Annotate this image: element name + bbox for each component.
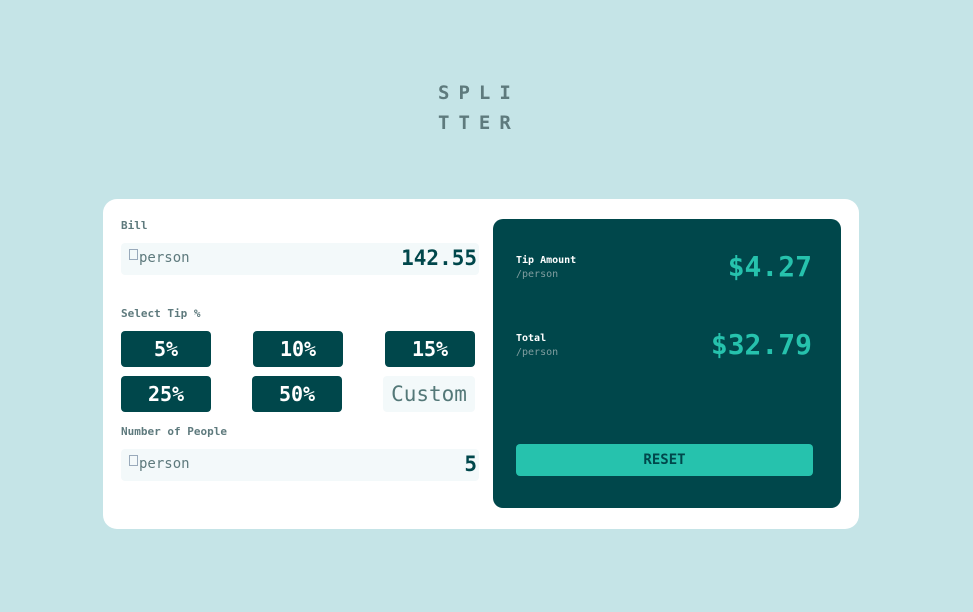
tip-button-50[interactable]: 50% bbox=[252, 376, 342, 412]
tip-button-25[interactable]: 25% bbox=[121, 376, 211, 412]
people-value: 5 bbox=[464, 452, 477, 476]
bill-value: 142.55 bbox=[401, 246, 477, 270]
tip-button-5[interactable]: 5% bbox=[121, 331, 211, 367]
custom-tip-input[interactable]: Custom bbox=[383, 376, 475, 412]
bill-input[interactable]: person 142.55 bbox=[121, 243, 479, 275]
total-value: $32.79 bbox=[710, 328, 812, 361]
reset-button[interactable]: RESET bbox=[516, 444, 813, 476]
tip-amount-label: Tip Amount bbox=[516, 255, 577, 266]
select-tip-label: Select Tip % bbox=[121, 307, 201, 320]
people-label: Number of People bbox=[121, 425, 227, 438]
total-label: Total bbox=[516, 333, 547, 344]
tip-amount-sub: /person bbox=[516, 269, 559, 280]
dollar-icon: person bbox=[129, 248, 190, 266]
total-sub: /person bbox=[516, 347, 559, 358]
bill-label: Bill bbox=[121, 219, 148, 232]
people-input[interactable]: person 5 bbox=[121, 449, 479, 481]
person-icon: person bbox=[129, 454, 190, 472]
tip-button-15[interactable]: 15% bbox=[385, 331, 475, 367]
tip-amount-value: $4.27 bbox=[727, 250, 812, 283]
logo-line-1: SPLI bbox=[438, 82, 520, 104]
results-panel: Tip Amount /person $4.27 Total /person $… bbox=[493, 219, 841, 508]
logo-line-2: TTER bbox=[438, 112, 520, 134]
tip-button-10[interactable]: 10% bbox=[253, 331, 343, 367]
app-logo: SPLI TTER bbox=[438, 78, 538, 138]
